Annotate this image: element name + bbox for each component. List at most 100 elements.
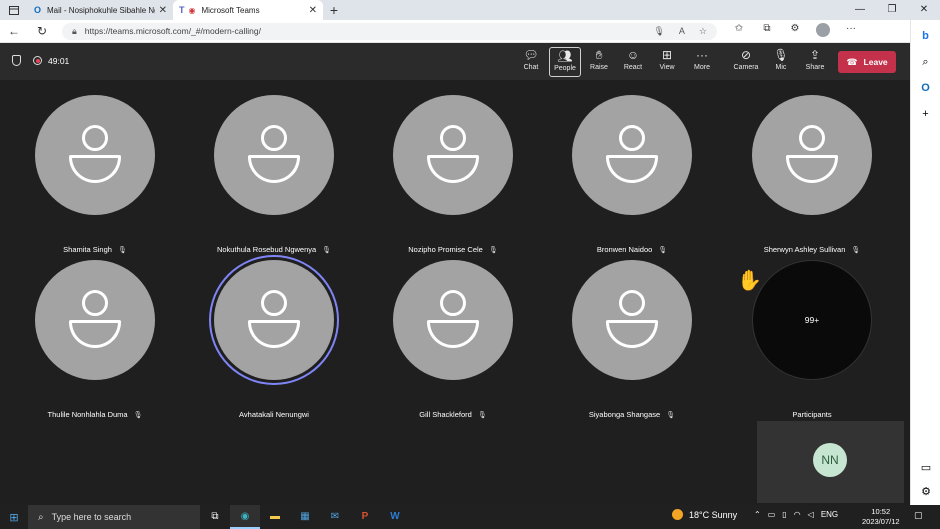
react-label: React [623,64,643,71]
taskbar-search[interactable]: ⌕ Type here to search [28,505,200,529]
settings-icon[interactable]: ⚙︎ [911,482,940,502]
raise-hand-button[interactable]: ✋︎ Raise [583,47,615,77]
shield-icon [12,55,21,66]
participant-name-row: Thulile Nonhlahla Duma 🎙︎ [0,410,190,419]
bing-icon[interactable]: b [911,26,940,46]
chevron-up-icon[interactable]: ⌃ [754,510,761,519]
chat-button[interactable]: 💬︎ Chat [515,47,547,77]
store-icon[interactable]: ▦ [290,505,320,529]
taskbar: ⊞ ⌕ Type here to search ⧉ ◉ ▬ ▦ ✉ P W 18… [0,505,940,529]
clock[interactable]: 10:52 2023/07/12 [862,507,900,527]
tab-mail[interactable]: O Mail - Nosiphokuhle Sibahle Ngwenya ✕ [28,0,173,20]
self-view[interactable]: NN [757,421,904,503]
avatar [572,95,692,215]
smiley-icon: ☺︎ [626,48,640,62]
edge-icon[interactable]: ◉ [230,505,260,529]
add-icon[interactable]: + [911,104,940,124]
participant-tile[interactable]: Thulile Nonhlahla Duma 🎙︎ [20,260,170,420]
notifications-icon[interactable]: ▢ [914,510,923,521]
back-icon[interactable]: ← [0,24,28,38]
collections-icon[interactable]: ⧉ [753,23,781,40]
mic-button[interactable]: 🎙︎ Mic [765,47,797,77]
mic-muted-icon: 🎙︎ [666,412,676,419]
person-icon [427,290,479,350]
close-icon[interactable]: ✕ [159,5,167,16]
participant-tile[interactable]: Sherwyn Ashley Sullivan 🎙︎ [737,95,887,255]
react-button[interactable]: ☺︎ React [617,47,649,77]
wifi-icon[interactable]: ◠ [794,510,801,519]
participant-name-row: Nokuthula Rosebud Ngwenya 🎙︎ [179,245,369,254]
favorites-icon[interactable]: ✩ [725,23,753,40]
share-button[interactable]: ⇪ Share [799,47,831,77]
avatar: NN [813,443,847,477]
recording-icon [33,56,42,65]
participant-tile[interactable]: Siyabonga Shangase 🎙︎ [557,260,707,420]
mic-label: Mic [775,64,787,71]
participants-label: Participants [792,410,832,419]
weather-widget[interactable]: 18°C Sunny [672,509,737,520]
raise-label: Raise [590,64,608,71]
tab-mail-title: Mail - Nosiphokuhle Sibahle Ngwenya [47,5,155,15]
volume-icon[interactable]: ◁ [808,510,814,519]
participant-tile[interactable]: Nokuthula Rosebud Ngwenya 🎙︎ [199,95,349,255]
people-icon: 👥︎ [557,49,573,63]
extensions-icon[interactable]: ⚙︎ [781,23,809,40]
powerpoint-icon[interactable]: P [350,505,380,529]
word-icon[interactable]: W [380,505,410,529]
read-aloud-icon[interactable]: A [679,26,685,36]
outlook-icon[interactable]: O [911,78,940,98]
participants-overflow-tile[interactable]: 99+ ✋ Participants [737,260,887,420]
participant-tile[interactable]: Nozipho Promise Cele 🎙︎ [378,95,528,255]
mail-icon[interactable]: ✉ [320,505,350,529]
edge-sidebar: b ⌕ O + ▭ ⚙︎ [910,20,940,505]
close-window-icon[interactable]: ✕ [908,0,940,20]
lock-icon[interactable]: 🔒︎ [72,26,77,37]
task-view-icon[interactable]: ⧉ [200,505,230,529]
tab-actions-icon[interactable] [0,0,28,20]
meeting-duration: 49:01 [48,55,70,66]
maximize-icon[interactable]: ❐ [876,0,908,20]
overflow-count: 99+ [752,260,872,380]
minimize-icon[interactable]: — [844,0,876,20]
person-icon [606,125,658,185]
refresh-icon[interactable]: ↻ [28,24,56,38]
more-label: More [694,64,710,71]
more-options-icon[interactable]: ··· [837,23,865,40]
microphone-icon[interactable]: 🎙︎ [653,26,664,37]
battery-icon[interactable]: ▯ [782,510,786,519]
mic-muted-icon: 🎙︎ [322,247,332,254]
leave-button[interactable]: ☎︎ Leave [838,51,896,73]
participant-tile[interactable]: Shamita Singh 🎙︎ [20,95,170,255]
language-indicator[interactable]: ENG [821,510,838,519]
tab-teams[interactable]: T ◉ Microsoft Teams ✕ [173,0,323,20]
file-explorer-icon[interactable]: ▬ [260,505,290,529]
participant-tile[interactable]: Gill Shackleford 🎙︎ [378,260,528,420]
windows-start-icon[interactable]: ⊞ [0,511,28,524]
participant-name: Shamita Singh [63,245,112,254]
participant-name-row: Nozipho Promise Cele 🎙︎ [358,245,548,254]
participant-tile[interactable]: Avhatakali Nenungwi [199,260,349,420]
participant-tile[interactable]: Bronwen Naidoo 🎙︎ [557,95,707,255]
new-tab-button[interactable]: + [323,2,345,18]
mic-muted-icon: 🎙︎ [658,247,668,254]
system-tray: ⌃ ▭ ▯ ◠ ◁ ENG [754,510,845,519]
url-field[interactable]: 🔒︎ https://teams.microsoft.com/_#/modern… [62,22,717,40]
view-button[interactable]: ⊞ View [651,47,683,77]
meeting-info: 49:01 [12,55,69,66]
url-text: https://teams.microsoft.com/_#/modern-ca… [84,26,262,36]
participant-name: Avhatakali Nenungwi [239,410,309,419]
raised-hand-icon: ✋ [737,270,762,292]
sidebar-toggle-icon[interactable]: ▭ [911,458,940,478]
browser-toolbar: ✩ ⧉ ⚙︎ ··· [725,22,865,40]
network-icon[interactable]: ▭ [768,510,776,519]
more-button[interactable]: ··· More [686,47,718,77]
profile-avatar[interactable] [809,22,837,40]
favorite-star-icon[interactable]: ☆ [699,26,707,37]
close-icon[interactable]: ✕ [309,5,317,16]
tab-teams-title: Microsoft Teams [201,5,260,15]
participant-name-row: Avhatakali Nenungwi [179,410,369,419]
chat-icon: 💬︎ [523,48,539,62]
search-icon[interactable]: ⌕ [911,52,940,72]
people-button[interactable]: 👥︎ People [549,47,581,77]
camera-button[interactable]: ⊘ Camera [730,47,762,77]
